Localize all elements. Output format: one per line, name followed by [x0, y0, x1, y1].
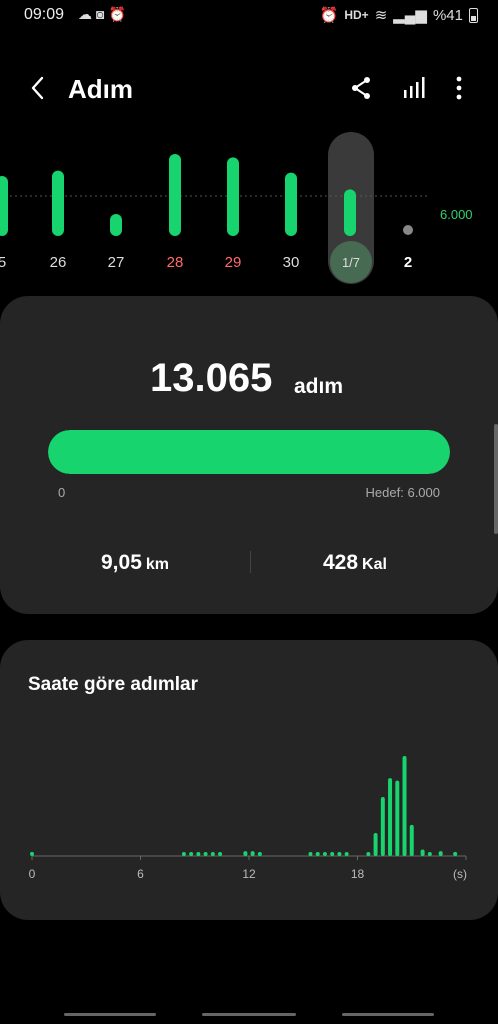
scrollbar[interactable]: [494, 424, 498, 534]
alarm-icon: ⏰: [108, 6, 130, 22]
hour-bar: [196, 852, 201, 856]
summary-card: 13.065 adım 0 Hedef: 6.000 9,05 km 428 Kal: [0, 296, 498, 614]
x-tick-label: 6: [137, 867, 144, 881]
screen-record-icon: ◙: [96, 6, 109, 22]
steps-count: 13.065: [150, 356, 273, 400]
nav-recent-button[interactable]: [64, 1013, 156, 1016]
chart-icon: [404, 77, 425, 98]
status-left-icons: ☁◙⏰: [78, 6, 130, 23]
day-label[interactable]: 27: [96, 254, 136, 271]
hour-bar: [250, 851, 255, 856]
selected-day-label[interactable]: 1/7: [330, 241, 372, 283]
hour-bar: [438, 851, 443, 856]
distance-stat: 9,05 km: [101, 551, 169, 575]
nav-home-button[interactable]: [202, 1013, 296, 1016]
hourly-steps-chart: 0 6 12 18 (s): [29, 756, 467, 881]
hour-bar: [337, 852, 342, 856]
back-button[interactable]: [24, 74, 52, 102]
calories-value: 428: [323, 551, 359, 574]
wifi-icon: ≋: [374, 7, 388, 24]
network-hd-label: HD+: [344, 8, 369, 22]
page-title: Adım: [68, 74, 133, 104]
day-label[interactable]: 30: [271, 254, 311, 271]
hour-bar: [243, 851, 248, 856]
header: Adım: [0, 60, 498, 116]
day-bar: [110, 214, 122, 236]
day-bar: [285, 172, 297, 236]
progress-min-label: 0: [58, 485, 66, 500]
hourly-steps-card: Saate göre adımlar 0 6 12 18 (s): [0, 640, 498, 920]
day-label[interactable]: 2: [388, 254, 428, 271]
hour-bar: [395, 780, 400, 856]
goal-line-label: 6.000: [440, 207, 473, 222]
hour-bar: [366, 852, 371, 856]
hour-bar: [203, 852, 208, 856]
navigation-bar: [0, 1004, 498, 1024]
signal-icon: ▂▄▆: [393, 7, 427, 24]
hour-bar: [420, 849, 425, 856]
stat-divider: [250, 551, 251, 573]
day-bar: [169, 154, 181, 236]
hour-bar: [380, 796, 385, 856]
more-vertical-icon: [456, 76, 462, 100]
hour-bar: [181, 852, 186, 856]
day-bar: [227, 157, 239, 236]
hour-bar: [402, 756, 407, 856]
hour-bar: [330, 852, 335, 856]
hour-bar: [218, 852, 223, 856]
day-bar: [0, 176, 8, 236]
hour-bar: [409, 824, 414, 856]
hour-bar: [344, 852, 349, 856]
status-time: 09:09: [24, 6, 65, 23]
hour-bar: [388, 778, 393, 856]
x-tick-label: (s): [453, 867, 467, 881]
hour-bar: [453, 851, 458, 856]
chart-view-button[interactable]: [400, 74, 428, 102]
empty-day-dot: [403, 225, 413, 235]
x-tick-label: 18: [351, 867, 365, 881]
day-label[interactable]: 5: [0, 254, 22, 271]
hour-bar: [257, 852, 262, 856]
distance-value: 9,05: [101, 551, 142, 574]
nav-back-button[interactable]: [342, 1013, 434, 1016]
chevron-left-icon: [31, 76, 44, 100]
steps-unit: adım: [294, 375, 344, 398]
day-label[interactable]: 28: [155, 254, 195, 271]
share-button[interactable]: [347, 74, 375, 102]
day-label[interactable]: 29: [213, 254, 253, 271]
hour-bar: [315, 852, 320, 856]
steps-progress-bar: [48, 430, 450, 474]
hour-bar: [189, 852, 194, 856]
calories-stat: 428 Kal: [323, 551, 387, 575]
hour-bar: [427, 852, 432, 856]
steps-progress-fill: [48, 430, 450, 474]
cloud-icon: ☁: [78, 6, 96, 22]
x-tick-label: 12: [242, 867, 256, 881]
day-bar: [52, 170, 64, 236]
hour-bar: [373, 833, 378, 856]
distance-unit: km: [145, 556, 169, 573]
hour-bar: [210, 852, 215, 856]
calories-unit: Kal: [362, 556, 387, 573]
status-right: ⏰ HD+ ≋ ▂▄▆ %41: [320, 6, 478, 24]
more-options-button[interactable]: [445, 74, 473, 102]
hour-bar: [322, 852, 327, 856]
day-bar: [344, 189, 356, 236]
share-icon: [352, 77, 370, 99]
day-label[interactable]: 26: [38, 254, 78, 271]
status-bar: 09:09 ☁◙⏰ ⏰ HD+ ≋ ▂▄▆ %41: [0, 0, 498, 30]
alarm-icon: ⏰: [319, 7, 339, 24]
weekly-steps-chart[interactable]: 6.000 5 26 27 28 29 30 1/7 2: [0, 130, 498, 290]
hour-bar: [30, 851, 34, 856]
x-tick-label: 0: [29, 867, 36, 881]
battery-percent: %41: [432, 6, 463, 24]
battery-icon: [469, 7, 478, 23]
hour-bar: [308, 852, 313, 856]
progress-goal-label: Hedef: 6.000: [365, 485, 440, 500]
